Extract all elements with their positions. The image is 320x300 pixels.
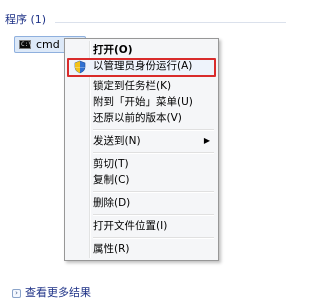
menu-separator: [93, 214, 214, 216]
menu-separator: [93, 237, 214, 239]
section-divider: [55, 22, 286, 23]
menu-item-pin-start[interactable]: 附到「开始」菜单(U): [67, 94, 216, 110]
cmd-console-icon: C:\: [19, 40, 32, 49]
menu-item-cut[interactable]: 剪切(T): [67, 156, 216, 172]
menu-item-properties[interactable]: 属性(R): [67, 241, 216, 257]
menu-item-label: 删除(D): [93, 197, 131, 209]
chevron-right-icon: ›: [12, 289, 21, 298]
menu-item-send-to[interactable]: 发送到(N) ▶: [67, 133, 216, 149]
menu-item-open-file-location[interactable]: 打开文件位置(I): [67, 218, 216, 234]
menu-item-run-as-admin[interactable]: 以管理员身份运行(A): [67, 58, 216, 77]
menu-item-label: 以管理员身份运行(A): [93, 60, 193, 72]
menu-item-open[interactable]: 打开(O): [67, 42, 216, 58]
uac-shield-icon: [74, 60, 86, 74]
menu-item-label: 附到「开始」菜单(U): [93, 96, 193, 108]
menu-item-label: 打开文件位置(I): [93, 220, 168, 232]
menu-item-label: 复制(C): [93, 174, 130, 186]
menu-separator: [93, 152, 214, 154]
menu-separator: [93, 191, 214, 193]
section-title: 程序 (1): [5, 13, 47, 26]
menu-item-delete[interactable]: 删除(D): [67, 195, 216, 211]
menu-item-label: 发送到(N): [93, 135, 141, 147]
menu-item-pin-taskbar[interactable]: 锁定到任务栏(K): [67, 78, 216, 94]
menu-item-label: 还原以前的版本(V): [93, 112, 182, 124]
menu-item-label: 剪切(T): [93, 158, 129, 170]
menu-item-copy[interactable]: 复制(C): [67, 172, 216, 188]
menu-item-restore-versions[interactable]: 还原以前的版本(V): [67, 110, 216, 126]
submenu-arrow-icon: ▶: [203, 136, 210, 145]
menu-item-label: 锁定到任务栏(K): [93, 80, 172, 92]
see-more-results-label: 查看更多结果: [25, 286, 91, 299]
menu-item-label: 打开(O): [93, 44, 133, 56]
menu-separator: [93, 129, 214, 131]
search-result-label: cmd: [36, 38, 60, 51]
context-menu: 打开(O) 以管理员身份运行(A) 锁定到任务栏(K) 附到「开始」菜单(U) …: [64, 38, 219, 261]
menu-item-label: 属性(R): [93, 243, 130, 255]
